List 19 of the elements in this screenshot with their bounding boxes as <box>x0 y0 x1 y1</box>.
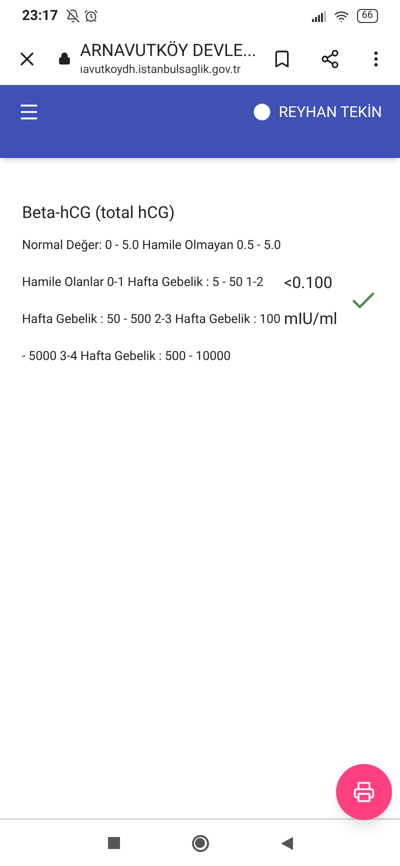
back-icon[interactable] <box>280 836 292 850</box>
alarm-icon <box>84 9 98 23</box>
lock-icon <box>58 52 71 65</box>
battery-level: 66 <box>356 9 378 23</box>
recent-apps-icon[interactable] <box>108 837 120 849</box>
share-icon[interactable] <box>320 48 340 68</box>
signal-icon <box>312 10 326 22</box>
page-title: ARNAVUTKÖY DEVLE... <box>80 40 258 62</box>
result-value: <0.100 <box>284 272 334 294</box>
notifications-off-icon <box>66 9 80 23</box>
page-url: ıavutkoydh.istanbulsaglik.gov.tr <box>80 62 242 76</box>
printer-icon <box>353 781 375 803</box>
wifi-icon <box>334 8 349 24</box>
reference-range: Normal Değer: 0 - 5.0 Hamile Olmayan 0.5 - 5.0 Hamile Olanlar 0-1 Hafta Gebelik : 5 - 50 1-2 Hafta Gebelik : 50 - 500 2-3 Hafta Gebelik : 100 - 5000 3-4 Hafta Gebelik : 500 - 10000 <box>22 236 282 366</box>
test-name: Beta-hCG (total hCG) <box>22 203 176 225</box>
user-name[interactable]: REYHAN TEKİN <box>278 101 382 124</box>
status-time: 23:17 <box>22 6 58 26</box>
home-icon[interactable] <box>192 834 208 852</box>
result-unit: mIU/ml <box>284 308 338 330</box>
